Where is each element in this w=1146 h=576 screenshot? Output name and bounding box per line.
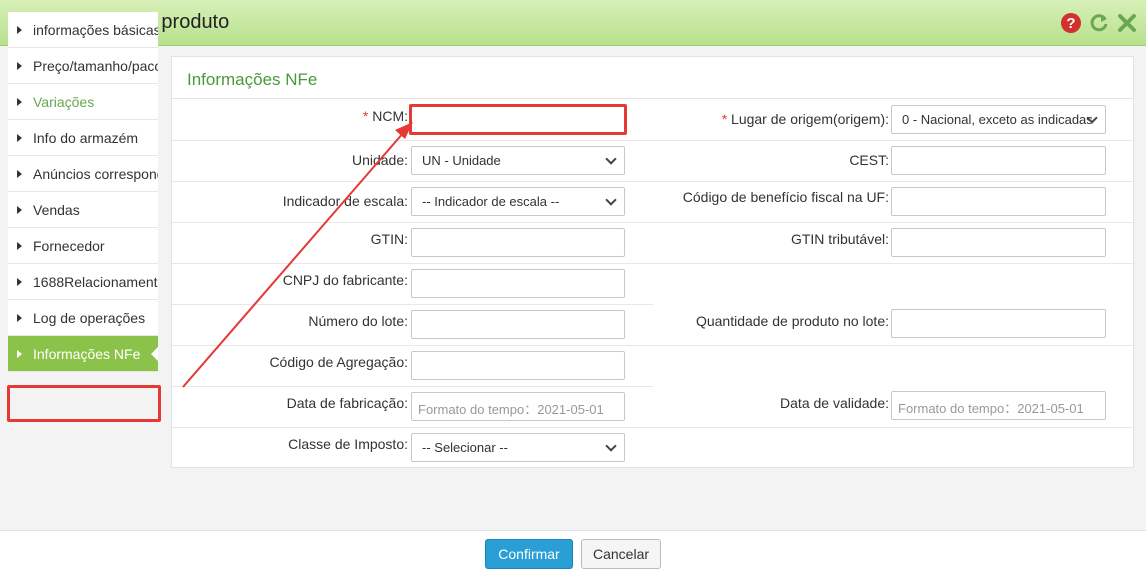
codigo-beneficio-input[interactable]	[891, 187, 1106, 216]
required-mark: *	[362, 108, 369, 124]
cnpj-fabricante-input[interactable]	[411, 269, 625, 298]
cancel-button[interactable]: Cancelar	[581, 539, 661, 569]
sidebar-item-log-operacoes[interactable]: Log de operações	[8, 300, 158, 336]
panel-header: Informações NFe	[172, 57, 1133, 99]
sidebar-item-label: Log de operações	[33, 310, 146, 326]
lugar-origem-value: 0 - Nacional, exceto as indicadas	[902, 112, 1093, 127]
unidade-select[interactable]: UN - Unidade	[411, 146, 625, 175]
sidebar-item-variacoes[interactable]: Variações	[8, 84, 158, 120]
sidebar-item-label: Vendas	[33, 202, 80, 218]
row-divider	[172, 181, 1135, 182]
dialog-footer: Confirmar Cancelar	[0, 530, 1146, 576]
caret-right-icon	[17, 62, 22, 70]
required-mark: *	[721, 111, 728, 127]
sidebar-item-label: informações básicas	[33, 22, 158, 38]
gtin-tributavel-label: GTIN tributável:	[790, 231, 889, 247]
ncm-label-text: NCM:	[372, 108, 408, 124]
data-fabricacao-label: Data de fabricação:	[286, 395, 408, 411]
codigo-agregacao-label: Código de Agregação:	[269, 354, 408, 370]
quantidade-lote-input[interactable]	[891, 309, 1106, 338]
sidebar-item-preco-tamanho[interactable]: Preço/tamanho/pacote	[8, 48, 158, 84]
row-divider	[172, 222, 1135, 223]
caret-right-icon	[17, 350, 22, 358]
sidebar-item-informacoes-basicas[interactable]: informações básicas	[8, 12, 158, 48]
cest-label: CEST:	[849, 152, 889, 168]
sidebar-item-label: 1688Relacionamento	[33, 274, 158, 290]
codigo-agregacao-input[interactable]	[411, 351, 625, 380]
data-validade-label: Data de validade:	[780, 395, 889, 411]
quantidade-lote-label: Quantidade de produto no lote:	[695, 313, 889, 329]
row-divider	[172, 427, 1135, 428]
cnpj-fabricante-label: CNPJ do fabricante:	[282, 272, 408, 288]
chevron-down-icon	[605, 153, 617, 165]
caret-right-icon	[17, 170, 22, 178]
row-divider	[172, 345, 1135, 346]
data-fabricacao-input[interactable]: Formato do tempo：2021-05-01	[411, 392, 625, 421]
ncm-label: * NCM:	[240, 108, 408, 124]
help-icon[interactable]: ?	[1060, 12, 1082, 34]
caret-right-icon	[17, 206, 22, 214]
sidebar-item-label: Variações	[33, 94, 95, 110]
classe-imposto-label: Classe de Imposto:	[288, 436, 408, 452]
row-divider	[172, 386, 653, 387]
sidebar-item-label: Fornecedor	[33, 238, 105, 254]
svg-text:?: ?	[1066, 15, 1075, 32]
sidebar-item-info-armazem[interactable]: Info do armazém	[8, 120, 158, 156]
caret-right-icon	[17, 26, 22, 34]
lugar-origem-label-text: Lugar de origem(origem):	[731, 111, 889, 127]
numero-lote-label: Número do lote:	[308, 313, 408, 329]
unidade-value: UN - Unidade	[422, 153, 501, 168]
row-divider	[172, 140, 1135, 141]
sidebar-item-1688-relacionamento[interactable]: 1688Relacionamento	[8, 264, 158, 300]
codigo-beneficio-label: Código de benefício fiscal na UF:	[682, 189, 889, 205]
sidebar-item-label: Info do armazém	[33, 130, 139, 146]
sidebar-item-fornecedor[interactable]: Fornecedor	[8, 228, 158, 264]
sidebar-item-label: Anúncios correspondentes	[33, 166, 158, 182]
refresh-icon[interactable]	[1088, 12, 1110, 34]
chevron-down-icon	[605, 440, 617, 452]
caret-right-icon	[17, 242, 22, 250]
sidebar-item-anuncios[interactable]: Anúncios correspondentes	[8, 156, 158, 192]
sidebar-item-informacoes-nfe[interactable]: Informações NFe	[8, 336, 158, 372]
chevron-down-icon	[605, 194, 617, 206]
confirm-button[interactable]: Confirmar	[485, 539, 573, 569]
ncm-input[interactable]	[411, 106, 625, 135]
classe-imposto-select[interactable]: -- Selecionar --	[411, 433, 625, 462]
lugar-origem-label: * Lugar de origem(origem):	[660, 111, 889, 127]
dialog-titlebar: Informações do produto ?	[0, 0, 1146, 46]
data-validade-input[interactable]: Formato do tempo：2021-05-01	[891, 391, 1106, 420]
sidebar-item-vendas[interactable]: Vendas	[8, 192, 158, 228]
panel-title: Informações NFe	[187, 70, 318, 89]
close-icon[interactable]	[1116, 12, 1138, 34]
lugar-origem-select[interactable]: 0 - Nacional, exceto as indicadas	[891, 105, 1106, 134]
numero-lote-input[interactable]	[411, 310, 625, 339]
sidebar-nav: informações básicas Preço/tamanho/pacote…	[8, 12, 158, 372]
titlebar-icons: ?	[1060, 12, 1138, 34]
sidebar-item-label: Informações NFe	[33, 346, 141, 362]
caret-right-icon	[17, 98, 22, 106]
unidade-label: Unidade:	[351, 152, 408, 168]
caret-right-icon	[17, 278, 22, 286]
sidebar-item-label: Preço/tamanho/pacote	[33, 58, 158, 74]
indicador-escala-label: Indicador de escala:	[282, 193, 408, 209]
cest-input[interactable]	[891, 146, 1106, 175]
indicador-escala-select[interactable]: -- Indicador de escala --	[411, 187, 625, 216]
row-divider	[172, 304, 653, 305]
indicador-escala-value: -- Indicador de escala --	[422, 194, 560, 209]
caret-right-icon	[17, 314, 22, 322]
classe-imposto-value: -- Selecionar --	[422, 440, 508, 455]
caret-right-icon	[17, 134, 22, 142]
gtin-label: GTIN:	[370, 231, 408, 247]
gtin-input[interactable]	[411, 228, 625, 257]
row-divider	[172, 263, 1135, 264]
gtin-tributavel-input[interactable]	[891, 228, 1106, 257]
